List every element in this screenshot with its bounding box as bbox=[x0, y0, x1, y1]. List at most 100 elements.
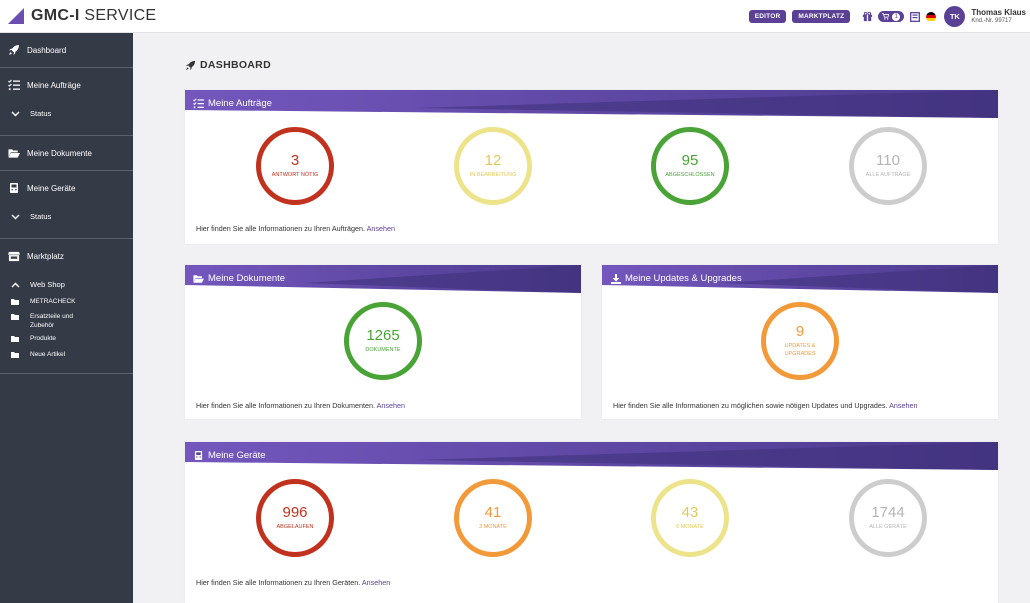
stat-value: 9 bbox=[795, 323, 805, 341]
main-content: DASHBOARD Meine Aufträge 3 ANTWORT NÖTIG… bbox=[133, 33, 1030, 603]
store-icon bbox=[8, 250, 20, 262]
logo-text: GMC-I SERVICE bbox=[31, 7, 157, 24]
rocket-icon bbox=[185, 60, 196, 70]
devices-view-link[interactable]: Ansehen bbox=[362, 578, 390, 587]
sidebar-label-orders: Meine Aufträge bbox=[27, 80, 81, 90]
device-icon bbox=[8, 182, 20, 194]
orders-card: Meine Aufträge 3 ANTWORT NÖTIG 12 IN BEA… bbox=[185, 90, 998, 244]
sidebar-item-devices[interactable]: Meine Geräte bbox=[0, 171, 133, 205]
customer-number: Knd.-Nr. 99717 bbox=[971, 17, 1012, 24]
sidebar-leaf-parts[interactable]: Ersatzteile und Zubehör bbox=[0, 311, 133, 333]
updates-card-header: Meine Updates & Upgrades bbox=[602, 265, 998, 293]
sidebar-label-devices: Meine Geräte bbox=[27, 183, 76, 193]
folder-icon bbox=[11, 351, 19, 361]
stat-value: 1744 bbox=[871, 503, 905, 521]
documents-card-title: Meine Dokumente bbox=[193, 273, 285, 284]
updates-view-link[interactable]: Ansehen bbox=[889, 401, 917, 410]
folder-open-icon bbox=[193, 273, 204, 284]
cart-button[interactable]: 1 bbox=[878, 11, 905, 22]
devices-card: Meine Geräte 996 ABGELAUFEN 41 3 MONATE … bbox=[185, 442, 998, 603]
stat-value: 996 bbox=[282, 503, 308, 521]
stat-label: 3 MONATE bbox=[479, 523, 507, 530]
stat-3-months[interactable]: 41 3 MONATE bbox=[454, 479, 532, 557]
stat-6-months[interactable]: 43 6 MONATE bbox=[651, 479, 729, 557]
sidebar-leaf-products[interactable]: Produkte bbox=[0, 333, 133, 348]
updates-card-title: Meine Updates & Upgrades bbox=[610, 273, 742, 284]
stat-value: 41 bbox=[484, 503, 502, 521]
stat-in-progress[interactable]: 12 IN BEARBEITUNG bbox=[454, 127, 532, 205]
sidebar-label-marketplace: Marktplatz bbox=[27, 251, 64, 261]
stat-answer-needed[interactable]: 3 ANTWORT NÖTIG bbox=[256, 127, 334, 205]
documents-card: Meine Dokumente 1265 DOKUMENTE Hier find… bbox=[185, 265, 581, 419]
editor-button[interactable]: EDITOR bbox=[748, 10, 787, 23]
chevron-up-icon bbox=[10, 281, 20, 288]
device-icon bbox=[193, 450, 204, 461]
sidebar-item-webshop[interactable]: Web Shop bbox=[0, 273, 133, 296]
sidebar-label-devices-status: Status bbox=[30, 212, 52, 221]
header-banner bbox=[185, 442, 998, 470]
sidebar-label-webshop: Web Shop bbox=[30, 280, 65, 289]
logo-mark-icon bbox=[8, 8, 24, 24]
sidebar-leaf-label: Neue Artikel bbox=[30, 350, 66, 358]
cart-icon bbox=[882, 13, 890, 20]
divider bbox=[0, 373, 133, 375]
header-banner bbox=[185, 90, 998, 118]
top-bar: GMC-I SERVICE EDITOR MARKTPLATZ 1 TK Tho… bbox=[0, 0, 1030, 33]
stat-completed[interactable]: 95 ABGESCHLOSSEN bbox=[651, 127, 729, 205]
sidebar-leaf-label: METRACHECK bbox=[30, 298, 76, 305]
orders-card-header: Meine Aufträge bbox=[185, 90, 998, 118]
devices-card-title: Meine Geräte bbox=[193, 450, 266, 461]
updates-card: Meine Updates & Upgrades 9 UPDATES & UPG… bbox=[602, 265, 998, 419]
sidebar-leaf-new[interactable]: Neue Artikel bbox=[0, 349, 133, 364]
documents-card-footer: Hier finden Sie alle Informationen zu Ih… bbox=[196, 401, 405, 410]
sidebar-item-devices-status[interactable]: Status bbox=[0, 205, 133, 228]
german-flag-icon[interactable] bbox=[926, 11, 937, 22]
stat-label: 6 MONATE bbox=[676, 523, 704, 530]
folder-icon bbox=[11, 299, 19, 308]
folder-open-icon bbox=[8, 147, 20, 159]
sidebar-leaf-label: Ersatzteile und Zubehör bbox=[30, 313, 73, 329]
page-title-text: DASHBOARD bbox=[200, 59, 271, 71]
user-info[interactable]: Thomas Klaus Knd.-Nr. 99717 bbox=[971, 8, 1026, 24]
task-list-icon bbox=[193, 98, 204, 109]
stat-value: 3 bbox=[290, 151, 300, 169]
sidebar-item-orders[interactable]: Meine Aufträge bbox=[0, 68, 133, 102]
documents-card-header: Meine Dokumente bbox=[185, 265, 581, 293]
updates-card-footer: Hier finden Sie alle Informationen zu mö… bbox=[613, 401, 918, 410]
stat-updates[interactable]: 9 UPDATES & UPGRADES bbox=[761, 302, 839, 380]
stat-value: 110 bbox=[876, 151, 900, 169]
logo[interactable]: GMC-I SERVICE bbox=[8, 7, 156, 25]
devices-card-header: Meine Geräte bbox=[185, 442, 998, 470]
page-title: DASHBOARD bbox=[185, 59, 271, 71]
stat-value: 1265 bbox=[366, 326, 400, 344]
stat-label: ABGESCHLOSSEN bbox=[665, 171, 715, 178]
stat-expired[interactable]: 996 ABGELAUFEN bbox=[256, 479, 334, 557]
stat-value: 12 bbox=[484, 151, 502, 169]
stat-label: ALLE GERÄTE bbox=[869, 523, 907, 530]
devices-card-footer: Hier finden Sie alle Informationen zu Ih… bbox=[196, 578, 391, 587]
gift-icon[interactable] bbox=[861, 11, 873, 23]
marketplace-button[interactable]: MARKTPLATZ bbox=[792, 10, 851, 23]
folder-icon bbox=[11, 314, 19, 323]
documents-view-link[interactable]: Ansehen bbox=[377, 401, 405, 410]
sidebar-leaf-label: Produkte bbox=[30, 335, 57, 343]
sidebar-item-orders-status[interactable]: Status bbox=[0, 102, 133, 125]
top-right-area: EDITOR MARKTPLATZ 1 TK Thomas Klaus Knd.… bbox=[748, 0, 1026, 33]
sidebar-label-orders-status: Status bbox=[30, 109, 52, 118]
stat-documents[interactable]: 1265 DOKUMENTE bbox=[344, 302, 422, 380]
orders-card-footer: Hier finden Sie alle Informationen zu Ih… bbox=[196, 224, 395, 233]
avatar[interactable]: TK bbox=[944, 6, 966, 27]
stat-label: ABGELAUFEN bbox=[276, 523, 314, 530]
sidebar-item-dashboard[interactable]: Dashboard bbox=[0, 33, 133, 67]
rocket-icon bbox=[8, 44, 20, 56]
sidebar-leaf-metracheck[interactable]: METRACHECK bbox=[0, 296, 133, 311]
chevron-down-icon bbox=[10, 213, 20, 220]
stat-all-orders[interactable]: 110 ALLE AUFTRÄGE bbox=[849, 127, 927, 205]
stat-all-devices[interactable]: 1744 ALLE GERÄTE bbox=[849, 479, 927, 557]
sidebar-item-marketplace[interactable]: Marktplatz bbox=[0, 239, 133, 273]
sidebar-item-documents[interactable]: Meine Dokumente bbox=[0, 136, 133, 170]
orders-view-link[interactable]: Ansehen bbox=[367, 224, 395, 233]
catalog-icon[interactable] bbox=[909, 11, 921, 23]
sidebar-label-dashboard: Dashboard bbox=[27, 45, 67, 55]
stat-label: ANTWORT NÖTIG bbox=[271, 171, 319, 178]
